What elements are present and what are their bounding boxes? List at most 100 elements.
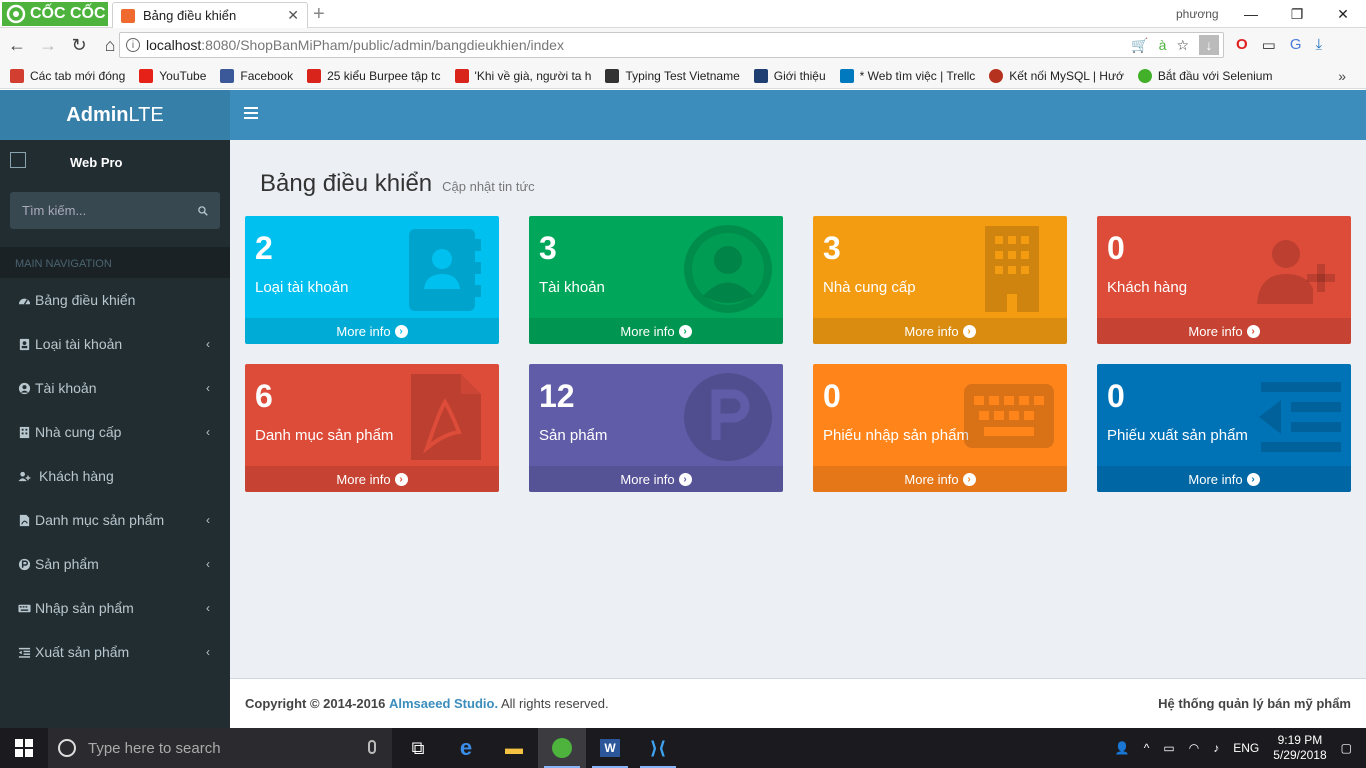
- more-info-link[interactable]: More info ›: [1097, 466, 1351, 492]
- browser-logo[interactable]: CỐC CỐC: [2, 2, 108, 26]
- new-tab-button[interactable]: +: [313, 3, 325, 26]
- stat-count: 3: [823, 230, 841, 266]
- back-icon[interactable]: ←: [3, 32, 31, 60]
- sidebar-item-account-types[interactable]: Loại tài khoản ‹: [0, 322, 230, 366]
- cortana-icon: [58, 739, 76, 757]
- sidebar-item-suppliers[interactable]: Nhà cung cấp ‹: [0, 410, 230, 454]
- file-explorer-icon[interactable]: ▬: [490, 728, 538, 768]
- more-info-link[interactable]: More info ›: [529, 466, 783, 492]
- address-bar[interactable]: i localhost:8080/ShopBanMiPham/public/ad…: [119, 32, 1224, 58]
- more-info-label: More info: [1188, 323, 1243, 339]
- bookmark-item[interactable]: Typing Test Vietname: [605, 68, 740, 83]
- tray-overflow-icon[interactable]: ^: [1144, 741, 1150, 755]
- bookmark-item[interactable]: Kết nối MySQL | Hướ: [989, 68, 1124, 83]
- bookmark-item[interactable]: YouTube: [139, 68, 206, 83]
- bookmark-item[interactable]: * Web tìm việc | Trellc: [839, 68, 975, 83]
- search-input[interactable]: [22, 203, 198, 218]
- more-info-link[interactable]: More info ›: [813, 318, 1067, 344]
- word-icon[interactable]: W: [586, 728, 634, 768]
- battery-icon[interactable]: ▭: [1163, 741, 1174, 755]
- search-icon[interactable]: [198, 204, 208, 218]
- more-info-label: More info: [336, 323, 391, 339]
- bookmark-item[interactable]: 'Khi về già, người ta h: [454, 68, 591, 83]
- bookmark-label: Các tab mới đóng: [30, 68, 126, 83]
- edge-icon[interactable]: e: [442, 728, 490, 768]
- volume-icon[interactable]: ♪: [1213, 741, 1219, 755]
- arrow-circle-right-icon: ›: [1246, 472, 1260, 486]
- windows-start-icon[interactable]: [0, 728, 48, 768]
- minimize-icon[interactable]: —: [1228, 0, 1274, 28]
- bookmark-item[interactable]: Bắt đầu với Selenium: [1137, 68, 1272, 83]
- sidebar-item-products[interactable]: Sản phẩm ‹: [0, 542, 230, 586]
- bookmark-item[interactable]: Giới thiệu: [753, 68, 826, 83]
- bookmark-star-icon[interactable]: ☆: [1176, 37, 1189, 54]
- stat-box-products: 12 Sản phẩm More info ›: [529, 364, 783, 492]
- coccoc-taskbar-icon[interactable]: [538, 728, 586, 768]
- user-circle-icon: [684, 225, 772, 313]
- bookmark-icon: [1137, 68, 1152, 83]
- vietnamese-input-icon[interactable]: à: [1159, 37, 1167, 53]
- translate-icon[interactable]: G: [1290, 36, 1302, 54]
- bookmarks-overflow-icon[interactable]: »: [1338, 68, 1346, 84]
- bookmark-icon: [605, 68, 620, 83]
- sidebar-item-customers[interactable]: Khách hàng: [0, 454, 230, 498]
- people-icon[interactable]: 👤: [1115, 741, 1130, 755]
- stat-label: Loại tài khoản: [255, 279, 349, 296]
- task-view-icon[interactable]: ⧉: [394, 728, 442, 768]
- microphone-icon[interactable]: [368, 740, 376, 754]
- stat-box-accounts: 3 Tài khoản More info ›: [529, 216, 783, 344]
- omnibox-actions: 🛒 à ☆ ↓: [1131, 35, 1219, 55]
- outdent-icon: [18, 646, 31, 659]
- more-info-link[interactable]: More info ›: [245, 466, 499, 492]
- more-info-label: More info: [620, 471, 675, 487]
- sidebar: Web Pro MAIN NAVIGATION Bảng điều khiển …: [0, 140, 230, 728]
- bookmark-item[interactable]: Các tab mới đóng: [10, 68, 126, 83]
- reload-icon[interactable]: ↻: [65, 32, 93, 60]
- bookmark-item[interactable]: 25 kiểu Burpee tập tc: [307, 68, 441, 83]
- windows-taskbar: Type here to search ⧉ e ▬ W ⟩⟨ 👤 ^ ▭ ◠ ♪…: [0, 728, 1366, 768]
- stat-box-export-receipts: 0 Phiếu xuất sản phẩm More info ›: [1097, 364, 1351, 492]
- sidebar-item-import-products[interactable]: Nhập sản phẩm ‹: [0, 586, 230, 630]
- sidebar-toggle-icon[interactable]: [244, 107, 258, 121]
- more-info-link[interactable]: More info ›: [245, 318, 499, 344]
- bookmark-item[interactable]: Facebook: [220, 68, 293, 83]
- restore-icon[interactable]: ❐: [1274, 0, 1320, 28]
- bookmark-label: Typing Test Vietname: [625, 68, 740, 83]
- stat-box-customers: 0 Khách hàng More info ›: [1097, 216, 1351, 344]
- keyboard-icon: [18, 602, 31, 615]
- sidebar-item-dashboard[interactable]: Bảng điều khiển: [0, 278, 230, 322]
- close-window-icon[interactable]: ✕: [1320, 0, 1366, 28]
- more-info-label: More info: [904, 323, 959, 339]
- sidebar-item-product-categories[interactable]: Danh mục sản phẩm ‹: [0, 498, 230, 542]
- more-info-link[interactable]: More info ›: [813, 466, 1067, 492]
- chevron-left-icon: ‹: [206, 645, 210, 659]
- input-language[interactable]: ENG: [1233, 741, 1259, 755]
- avatar: [10, 152, 26, 168]
- profile-name[interactable]: phương: [1176, 7, 1219, 21]
- app-logo[interactable]: Admin LTE: [0, 90, 230, 140]
- downloads-icon[interactable]: ⤓: [1316, 36, 1323, 54]
- sidebar-item-export-products[interactable]: Xuất sản phẩm ‹: [0, 630, 230, 674]
- taskbar-search[interactable]: Type here to search: [48, 728, 392, 768]
- opera-icon[interactable]: O: [1236, 36, 1248, 54]
- forward-icon[interactable]: →: [34, 32, 62, 60]
- site-info-icon[interactable]: i: [126, 38, 140, 52]
- cast-icon[interactable]: ▭: [1262, 36, 1276, 54]
- notifications-icon[interactable]: ▢: [1341, 741, 1352, 755]
- sidebar-item-accounts[interactable]: Tài khoản ‹: [0, 366, 230, 410]
- browser-brand: CỐC CỐC: [30, 5, 106, 22]
- more-info-link[interactable]: More info ›: [529, 318, 783, 344]
- studio-link[interactable]: Almsaeed Studio.: [389, 696, 498, 711]
- sidebar-menu: Bảng điều khiển Loại tài khoản ‹ Tài kho…: [0, 278, 230, 674]
- bookmark-icon: [989, 68, 1004, 83]
- shopping-cart-icon[interactable]: 🛒: [1131, 37, 1148, 54]
- more-info-link[interactable]: More info ›: [1097, 318, 1351, 344]
- download-arrow-icon[interactable]: ↓: [1199, 35, 1219, 55]
- stat-label: Sản phẩm: [539, 427, 608, 444]
- wifi-icon[interactable]: ◠: [1189, 741, 1199, 755]
- vscode-icon[interactable]: ⟩⟨: [634, 728, 682, 768]
- more-info-label: More info: [336, 471, 391, 487]
- tab-close-icon[interactable]: ✕: [287, 7, 299, 24]
- taskbar-clock[interactable]: 9:19 PM 5/29/2018: [1273, 733, 1326, 763]
- browser-tab[interactable]: Bảng điều khiển ✕: [112, 2, 308, 28]
